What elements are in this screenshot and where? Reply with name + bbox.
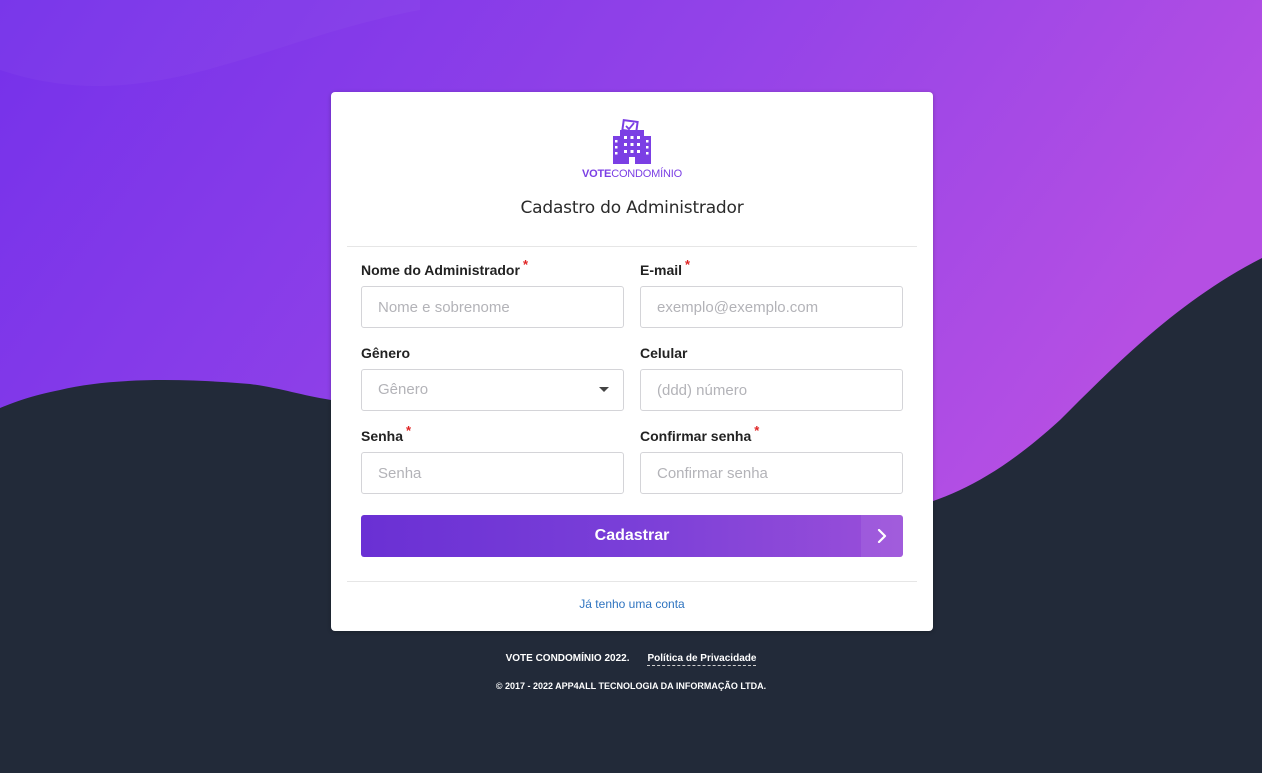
confirm-password-label-text: Confirmar senha: [640, 428, 752, 444]
phone-label: Celular: [640, 345, 688, 361]
caret-down-icon: [599, 387, 609, 392]
gender-select-value: Gênero: [378, 381, 429, 398]
register-arrow-box: [861, 515, 903, 557]
footer-copyright-full: © 2017 - 2022 APP4ALL TECNOLOGIA DA INFO…: [495, 681, 767, 691]
name-field-group: Nome do Administrador *: [361, 257, 624, 328]
password-label: Senha *: [361, 423, 624, 446]
privacy-policy-link[interactable]: Política de Privacidade: [647, 653, 757, 666]
gender-select[interactable]: Gênero: [361, 369, 624, 411]
required-marker: *: [754, 423, 760, 439]
name-input[interactable]: [361, 286, 624, 328]
page: VOTECONDOMÍNIO Cadastro do Administrador…: [0, 0, 1262, 773]
brand-name: VOTECONDOMÍNIO: [331, 168, 933, 180]
chevron-right-icon: [877, 529, 887, 543]
page-title: Cadastro do Administrador: [520, 198, 744, 218]
password-label-text: Senha: [361, 428, 404, 444]
password-field-group: Senha *: [361, 423, 624, 494]
gender-field-group: Gênero Gênero: [361, 343, 624, 411]
name-label-text: Nome do Administrador: [361, 262, 520, 278]
gender-label: Gênero: [361, 345, 411, 361]
password-input[interactable]: [361, 452, 624, 494]
name-label: Nome do Administrador *: [361, 257, 624, 280]
footer-copyright-short: VOTE CONDOMÍNIO 2022.: [505, 653, 630, 664]
required-marker: *: [522, 257, 528, 273]
register-button-label: Cadastrar: [594, 527, 670, 544]
logo: [331, 118, 933, 166]
email-field-group: E-mail *: [640, 257, 903, 328]
required-marker: *: [685, 257, 691, 273]
divider-top: [347, 246, 917, 247]
phone-input[interactable]: [640, 369, 903, 411]
email-label: E-mail *: [640, 257, 903, 280]
brand-name-regular: CONDOMÍNIO: [611, 168, 682, 180]
required-marker: *: [406, 423, 412, 439]
confirm-password-input[interactable]: [640, 452, 903, 494]
brand-name-bold: VOTE: [582, 168, 612, 180]
divider-bottom: [347, 581, 917, 582]
confirm-password-label: Confirmar senha *: [640, 423, 903, 446]
building-ballot-icon: [613, 118, 651, 164]
signup-card: VOTECONDOMÍNIO Cadastro do Administrador…: [331, 92, 933, 631]
email-label-text: E-mail: [640, 262, 683, 278]
footer-line-1: VOTE CONDOMÍNIO 2022. Política de Privaci…: [0, 653, 1262, 666]
email-input[interactable]: [640, 286, 903, 328]
confirm-password-field-group: Confirmar senha *: [640, 423, 903, 494]
register-button[interactable]: Cadastrar: [361, 515, 903, 557]
phone-field-group: Celular: [640, 343, 903, 411]
already-have-account-link[interactable]: Já tenho uma conta: [331, 597, 933, 611]
